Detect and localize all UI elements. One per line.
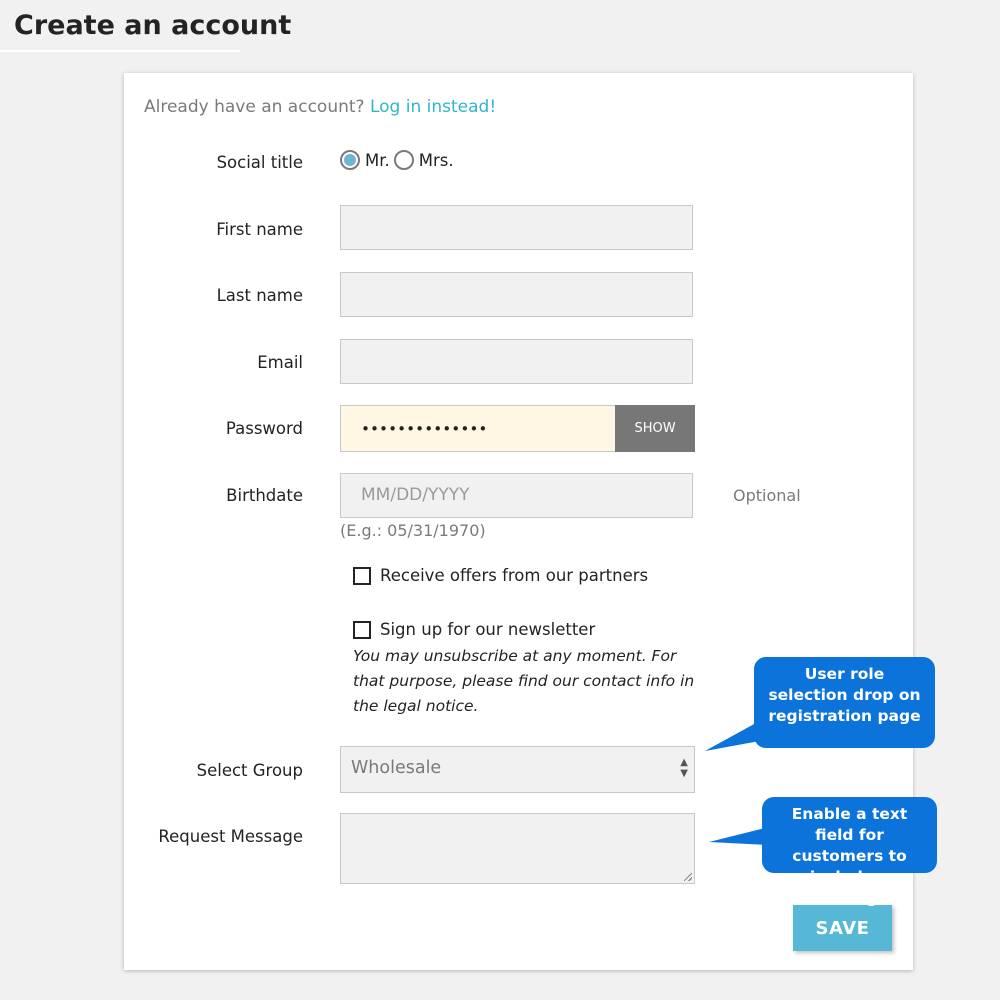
- newsletter-label: Sign up for our newsletter: [380, 620, 596, 639]
- radio-mr-label: Mr.: [365, 150, 390, 170]
- first-name-label: First name: [216, 220, 303, 239]
- title-divider: [0, 50, 240, 52]
- radio-mr[interactable]: [340, 150, 360, 170]
- login-prompt: Already have an account? Log in instead!: [144, 97, 496, 117]
- password-field[interactable]: ••••••••••••••: [340, 405, 615, 452]
- newsletter-checkbox[interactable]: [353, 620, 371, 639]
- social-title-label: Social title: [216, 153, 303, 172]
- show-password-button[interactable]: SHOW: [615, 405, 695, 452]
- password-label: Password: [225, 419, 303, 438]
- social-title-options: Mr. Mrs.: [340, 150, 458, 170]
- select-group-label: Select Group: [196, 761, 303, 780]
- birthdate-hint: (E.g.: 05/31/1970): [340, 521, 486, 540]
- last-name-label: Last name: [216, 286, 303, 305]
- group-select[interactable]: Wholesale ▲ ▼: [340, 746, 695, 793]
- birthdate-placeholder: MM/DD/YYYY: [361, 485, 470, 505]
- birthdate-field[interactable]: MM/DD/YYYY: [340, 473, 693, 518]
- callout-text-field: Enable a text field for customers to inc…: [762, 797, 937, 907]
- radio-mrs-label: Mrs.: [418, 150, 454, 170]
- radio-mrs[interactable]: [393, 150, 414, 170]
- select-arrows-icon: ▲ ▼: [680, 757, 688, 779]
- login-prompt-text: Already have an account?: [144, 97, 365, 117]
- request-message-label: Request Message: [158, 827, 303, 846]
- page-title: Create an account: [14, 10, 292, 41]
- save-button[interactable]: SAVE: [793, 905, 892, 951]
- resize-handle-icon[interactable]: [684, 873, 692, 881]
- login-link[interactable]: Log in instead!: [370, 97, 496, 117]
- email-label: Email: [257, 353, 303, 372]
- group-select-value: Wholesale: [351, 758, 442, 778]
- password-group: •••••••••••••• SHOW: [340, 405, 695, 452]
- callout-pointer-icon: [709, 827, 769, 845]
- birthdate-optional: Optional: [733, 486, 801, 505]
- request-message-field[interactable]: [340, 813, 695, 884]
- offers-label: Receive offers from our partners: [380, 566, 649, 585]
- last-name-field[interactable]: [340, 272, 693, 317]
- first-name-field[interactable]: [340, 205, 693, 250]
- birthdate-label: Birthdate: [226, 486, 303, 505]
- email-field[interactable]: [340, 339, 693, 384]
- offers-checkbox[interactable]: [353, 566, 371, 585]
- newsletter-note: You may unsubscribe at any moment. For t…: [353, 647, 695, 715]
- callout-role-selection: User role selection drop on registration…: [754, 657, 935, 748]
- offers-option: Receive offers from our partners: [353, 566, 648, 585]
- newsletter-option: Sign up for our newsletter: [353, 620, 595, 639]
